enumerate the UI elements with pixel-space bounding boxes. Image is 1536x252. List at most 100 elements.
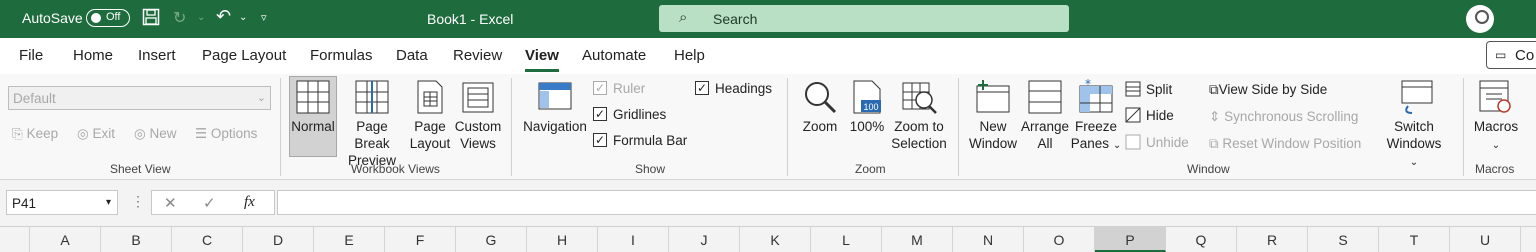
column-header-a[interactable]: A: [30, 227, 101, 252]
eye-new-icon: ◎: [134, 126, 146, 141]
reset-window-button[interactable]: ⧉ Reset Window Position: [1209, 135, 1361, 152]
ruler-label: Ruler: [613, 81, 646, 96]
tab-automate[interactable]: Automate: [582, 47, 646, 64]
column-header-s[interactable]: S: [1308, 227, 1379, 252]
group-divider: [1463, 78, 1464, 176]
column-header-r[interactable]: R: [1237, 227, 1308, 252]
reset-window-label: Reset Window Position: [1222, 136, 1362, 151]
redo-icon[interactable]: ↻: [173, 8, 186, 28]
zoom-100-button[interactable]: 100%: [846, 118, 888, 135]
navigation-button[interactable]: Navigation: [520, 118, 590, 135]
chevron-down-icon: ⌄: [256, 92, 266, 104]
comments-button[interactable]: ▭ Co: [1486, 41, 1536, 69]
switch-label-1: Switch: [1394, 119, 1434, 134]
autosave-toggle[interactable]: Off: [86, 9, 130, 27]
column-header-g[interactable]: G: [456, 227, 527, 252]
tab-data[interactable]: Data: [396, 47, 428, 64]
column-header-j[interactable]: J: [669, 227, 740, 252]
switch-windows-button[interactable]: Switch Windows ⌄: [1382, 118, 1446, 171]
search-placeholder: Search: [713, 11, 758, 27]
headings-checkbox[interactable]: ✓: [695, 81, 709, 95]
arrange-all-icon: [1028, 80, 1062, 114]
column-header-n[interactable]: N: [953, 227, 1024, 252]
navigation-pane-icon: [538, 82, 572, 110]
new-window-button[interactable]: New Window: [965, 118, 1021, 152]
enter-check-icon[interactable]: ✓: [203, 194, 216, 212]
tab-insert[interactable]: Insert: [138, 47, 176, 64]
page-break-preview-icon: [355, 80, 389, 114]
sheet-view-combo[interactable]: Default ⌄: [8, 86, 271, 110]
headings-label: Headings: [715, 81, 773, 96]
name-box[interactable]: P41 ▾: [6, 190, 118, 215]
undo-dropdown-icon[interactable]: ⌄: [239, 12, 247, 23]
column-header-o[interactable]: O: [1024, 227, 1095, 252]
column-header-u[interactable]: U: [1450, 227, 1521, 252]
column-header-l[interactable]: L: [811, 227, 882, 252]
view-side-by-side-button[interactable]: ⧉View Side by Side: [1209, 81, 1327, 98]
column-header-m[interactable]: M: [882, 227, 953, 252]
insert-function-icon[interactable]: fx: [244, 194, 255, 211]
account-avatar-icon[interactable]: [1466, 5, 1494, 33]
tab-review[interactable]: Review: [453, 47, 502, 64]
options-label: Options: [210, 126, 258, 141]
chevron-down-icon: ⌄: [1112, 140, 1122, 151]
ruler-checkbox[interactable]: ✓: [593, 81, 607, 95]
tab-page-layout[interactable]: Page Layout: [202, 47, 286, 64]
tab-home[interactable]: Home: [73, 47, 113, 64]
search-box[interactable]: ⌕ Search: [659, 5, 1069, 32]
column-header-k[interactable]: K: [740, 227, 811, 252]
tab-file[interactable]: File: [19, 47, 43, 64]
list-icon: ☰: [195, 126, 208, 141]
group-workbook-views: Workbook Views: [351, 162, 440, 176]
gridlines-checkbox[interactable]: ✓: [593, 107, 607, 121]
cancel-icon[interactable]: ✕: [164, 194, 177, 212]
select-all-corner[interactable]: [0, 227, 30, 252]
column-header-t[interactable]: T: [1379, 227, 1450, 252]
custom-views-button[interactable]: Custom Views: [452, 118, 504, 152]
freeze-panes-button[interactable]: Freeze Panes ⌄: [1070, 118, 1122, 154]
zoom-selection-button[interactable]: Zoom to Selection: [888, 118, 950, 152]
tab-help[interactable]: Help: [674, 47, 705, 64]
new-view-button[interactable]: ◎ New: [134, 125, 177, 142]
split-button[interactable]: Split: [1146, 81, 1172, 98]
hide-icon: [1125, 107, 1141, 123]
column-header-e[interactable]: E: [314, 227, 385, 252]
page-layout-label-2: Layout: [409, 136, 451, 151]
unhide-button[interactable]: Unhide: [1146, 134, 1189, 151]
formula-bar-checkbox[interactable]: ✓: [593, 133, 607, 147]
column-header-f[interactable]: F: [385, 227, 456, 252]
column-header-b[interactable]: B: [101, 227, 172, 252]
arrange-all-button[interactable]: Arrange All: [1019, 118, 1071, 152]
group-sheet-view: Sheet View: [110, 162, 171, 176]
column-header-d[interactable]: D: [243, 227, 314, 252]
zoom-button[interactable]: Zoom: [798, 118, 842, 135]
tab-formulas[interactable]: Formulas: [310, 47, 373, 64]
keep-button[interactable]: ⎘ Keep: [12, 125, 58, 142]
column-header-p[interactable]: P: [1095, 227, 1166, 252]
comments-label: Co: [1515, 47, 1535, 64]
tab-view[interactable]: View: [525, 47, 559, 72]
options-button[interactable]: ☰ Options: [195, 125, 257, 142]
title-bar: AutoSave Off ↻ ⌄ ↶ ⌄ ▿ Book1 - Excel ⌕ S…: [0, 0, 1536, 38]
column-header-q[interactable]: Q: [1166, 227, 1237, 252]
column-header-c[interactable]: C: [172, 227, 243, 252]
formula-input[interactable]: [277, 190, 1536, 215]
sync-scroll-label: Synchronous Scrolling: [1224, 109, 1359, 124]
vertical-dots-icon[interactable]: ⋮: [131, 193, 145, 210]
hide-button[interactable]: Hide: [1146, 107, 1174, 124]
side-by-side-icon: ⧉: [1209, 82, 1219, 97]
save-icon[interactable]: [142, 8, 160, 31]
redo-dropdown-icon[interactable]: ⌄: [197, 12, 205, 23]
column-header-i[interactable]: I: [598, 227, 669, 252]
custom-views-label-1: Custom: [454, 119, 502, 134]
sync-scroll-button[interactable]: ⇕ Synchronous Scrolling: [1209, 108, 1358, 125]
undo-icon[interactable]: ↶: [216, 6, 231, 27]
page-layout-button[interactable]: Page Layout: [408, 118, 452, 152]
svg-text:*: *: [1085, 78, 1091, 91]
group-divider: [787, 78, 788, 176]
new-window-label-2: Window: [968, 136, 1017, 151]
column-header-h[interactable]: H: [527, 227, 598, 252]
customize-qat-icon[interactable]: ▿: [261, 11, 267, 24]
macros-button[interactable]: Macros ⌄: [1470, 118, 1522, 154]
exit-button[interactable]: ◎ Exit: [77, 125, 115, 142]
